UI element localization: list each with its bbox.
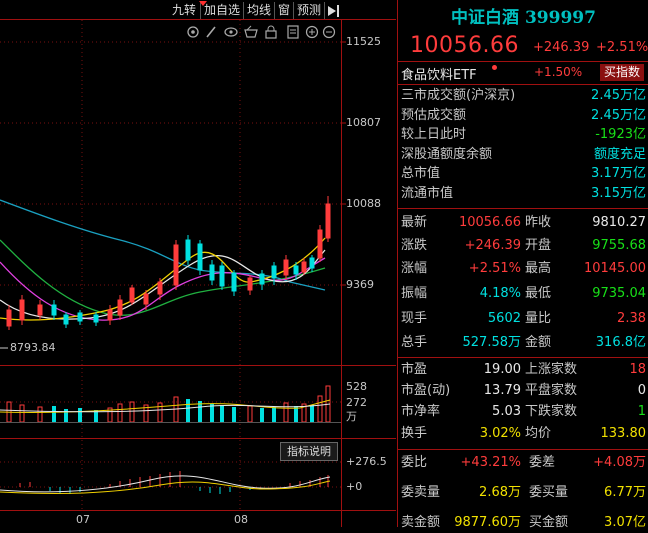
related-etf-name[interactable]: 食品饮料ETF [401,64,477,83]
macd-indicator [0,471,331,495]
volume-axis-label: 528 [346,380,367,393]
buy-index-button[interactable]: 买指数 [600,64,644,81]
last-price: 10056.66 [410,33,519,58]
price-axis-label: 11525 [346,35,381,48]
stats-row: 市盈 19.00 上涨家数 18 [401,362,646,377]
order-book-summary: 委比 +43.21% 委差 +4.08万 委卖量 2.68万 委买量 6.77万 卖金额 98… [398,452,648,530]
stats-row: 最新 10056.66 昨收 9810.27 [401,215,646,230]
index-title: 中证白酒 399997 [451,8,596,28]
turnover-row: 较上日此时 -1923亿 [401,127,646,142]
price-axis-label: 9369 [346,278,374,291]
turnover-row: 预估成交额 2.45万亿 [401,107,646,123]
stats-row: 涨幅 +2.51% 最高 10145.00 [401,261,646,276]
macd-axis-label: +0 [346,480,363,493]
order-row: 委卖量 2.68万 委买量 6.77万 [401,485,646,500]
kline-chart-panel[interactable]: 九转 加自选 均线 窗 预测 11525 10807 10088 9369 87… [0,0,396,527]
stats-row: 市净率 5.03 下跌家数 1 [401,404,646,419]
low-price-marker: 8793.84 [10,341,56,354]
volume-bars [0,385,331,423]
stats-row: 市盈(动) 13.79 平盘家数 0 [401,383,646,398]
macd-axis-label: +276.5 [346,455,387,468]
valuation-table: 市盈 19.00 上涨家数 18 市盈(动) 13.79 平盘家数 0 市净率 5.03 下跌家… [398,359,648,447]
alert-dot-icon [492,65,497,70]
stats-row: 现手 5602 量比 2.38 [401,311,646,326]
price-axis-label: 10807 [346,116,381,129]
related-etf-pct: +1.50% [534,65,583,79]
quote-panel: 中证白酒 399997 10056.66 +246.39 +2.51% 食品饮料… [397,0,648,530]
stats-row: 涨跌 +246.39 开盘 9755.68 [401,238,646,253]
stats-row: 振幅 4.18% 最低 9735.04 [401,286,646,301]
order-row: 委比 +43.21% 委差 +4.08万 [401,455,646,470]
stats-table: 最新 10056.66 昨收 9810.27 涨跌 +246.39 开盘 9755.68 涨… [398,210,648,360]
price-axis-label: 10088 [346,197,381,210]
turnover-row: 流通市值 3.15万亿 [401,185,646,201]
price-change: +246.39 [533,40,590,55]
stats-row: 总手 527.58万 金额 316.8亿 [401,335,646,350]
date-axis-label: 08 [234,513,248,526]
candles [6,196,331,330]
price-change-pct: +2.51% [596,40,648,55]
turnover-row: 深股通额度余额 额度充足 [401,146,646,162]
turnover-row: 三市成交额(沪深京) 2.45万亿 [401,88,646,103]
indicator-help-button[interactable]: 指标说明 [280,442,338,461]
date-axis-label: 07 [76,513,90,526]
volume-axis-unit: 万 [346,410,357,423]
ma-line-5 [0,237,326,321]
turnover-section: 三市成交额(沪深京) 2.45万亿 预估成交额 2.45万亿 较上日此时 -1923亿… [398,86,648,210]
order-row: 卖金额 9877.60万 买金额 3.07亿 [401,515,646,530]
turnover-row: 总市值 3.17万亿 [401,166,646,181]
stats-row: 换手 3.02% 均价 133.80 [401,426,646,441]
